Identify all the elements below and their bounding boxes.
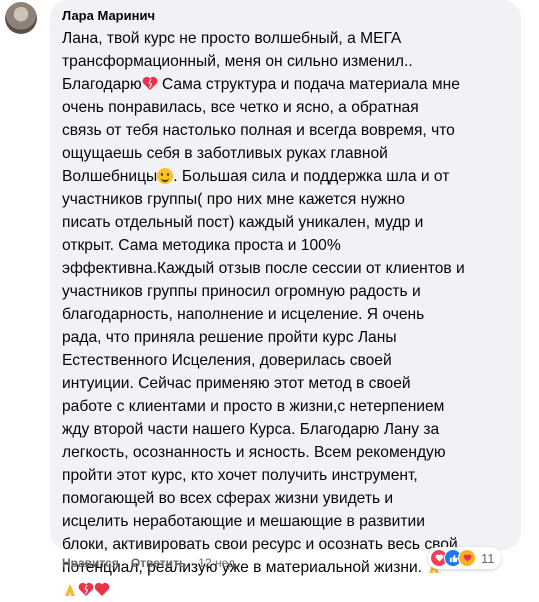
comment-text-fragment: . Большая сила и поддержка шла и от: [173, 168, 450, 185]
smile-emoji-icon: [157, 168, 174, 184]
like-button[interactable]: Нравится: [62, 555, 119, 571]
comment-line: помогающей во всех сферах жизни увидеть …: [62, 490, 394, 507]
reply-button[interactable]: Ответить: [131, 555, 186, 571]
comment-line: писать отдельный пост) каждый уникален, …: [62, 214, 424, 231]
praying-hands-icon: [65, 584, 75, 596]
comment-line: благодарность, наполнение и исцеление. Я…: [62, 306, 425, 323]
comment-line: исцелить неработающие и мешающие в разви…: [62, 513, 425, 530]
comment-line: легкость, осознанность и ясность. Всем р…: [62, 444, 446, 461]
reaction-count: 11: [481, 550, 495, 566]
comment-line: Естественного Исцеления, доверилась свое…: [62, 352, 392, 369]
comment-line: ощущаешь себя в заботливых руках главной: [62, 145, 388, 162]
comment-author[interactable]: Лара Маринич: [62, 7, 509, 24]
heart-icon: [78, 582, 94, 596]
comment-line: участников группы( про них мне кажется н…: [62, 191, 405, 208]
heart-icon: [94, 582, 110, 596]
comment-timestamp[interactable]: 12 нед.: [198, 555, 238, 571]
comment-bubble: Лара Маринич Лана, твой курс не просто в…: [50, 0, 521, 596]
comment-line: работе с клиентами и просто в жизни,с не…: [62, 398, 445, 415]
comment-actions: Нравится · Ответить · 12 нед.: [62, 555, 238, 571]
comment-line: очень понравилась, все четко и ясно, а о…: [62, 99, 419, 116]
comment-text: Лана, твой курс не просто волшебный, а М…: [62, 27, 509, 602]
comment-line: пройти этот курс, кто хочет получить инс…: [62, 467, 418, 484]
comment-text-fragment: Благодарю: [62, 76, 142, 93]
avatar[interactable]: [5, 2, 37, 34]
comment-line: жду второй части нашего Курса. Благодарю…: [62, 421, 440, 438]
comment-line: связь от тебя настолько полная и всегда …: [62, 122, 455, 139]
comment-line: открыт. Сама методика проста и 100%: [62, 237, 341, 254]
comment-line: интуиции. Сейчас применяю этот метод в с…: [62, 375, 411, 392]
separator-dot: ·: [190, 556, 195, 570]
reactions-summary[interactable]: 11: [428, 547, 501, 569]
care-reaction-icon: [458, 549, 476, 567]
comment-line: трансформационный, меня он сильно измени…: [62, 53, 413, 70]
comment-line: эффективна.Каждый отзыв после сессии от …: [62, 260, 465, 277]
comment-text-fragment: Волшебницы: [62, 168, 158, 185]
separator-dot: ·: [122, 556, 127, 570]
comment-line: рада, что приняла решение пройти курс Ла…: [62, 329, 397, 346]
comment-line: Волшебницы . Большая сила и поддержка шла…: [62, 165, 509, 188]
comment-line: участников группы приносил огромную радо…: [62, 283, 421, 300]
heart-icon: [142, 76, 158, 90]
comment-line: Благодарю Сама структура и подача матери…: [62, 73, 509, 96]
comment-line: Лана, твой курс не просто волшебный, а М…: [62, 30, 402, 47]
comment-text-fragment: Сама структура и подача материала мне: [162, 76, 460, 93]
comment-line: [62, 579, 509, 602]
